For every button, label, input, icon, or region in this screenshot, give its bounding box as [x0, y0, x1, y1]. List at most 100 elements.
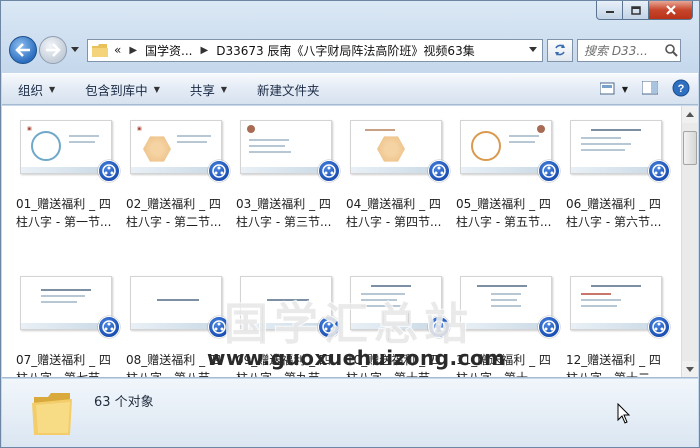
thumbnail-line: [581, 293, 611, 295]
close-button[interactable]: [649, 1, 693, 20]
file-name: 03_赠送福利 _ 四 柱八字 - 第三节...: [236, 195, 344, 231]
thumbnail-line: [591, 129, 641, 131]
preview-pane-icon: [641, 80, 659, 94]
file-name-line2: 柱八字 - 第十一...: [456, 371, 552, 378]
item-count: 63 个对象: [94, 395, 154, 410]
media-player-icon: [428, 160, 450, 182]
explorer-window: « ▶ 国学资... ▶ D33673 辰南《八字财局阵法高阶班》视频63集 搜…: [0, 0, 700, 448]
file-name: 05_赠送福利 _ 四 柱八字 - 第五节...: [456, 195, 564, 231]
media-player-icon: [98, 316, 120, 338]
refresh-button[interactable]: [547, 38, 573, 62]
media-player-icon: [538, 160, 560, 182]
command-bar-right: ▼ ?: [599, 74, 690, 104]
thumbnail-line: [69, 141, 95, 143]
recent-pages-dropdown[interactable]: [69, 40, 81, 60]
preview-pane-button[interactable]: [641, 80, 659, 98]
address-bar[interactable]: « ▶ 国学资... ▶ D33673 辰南《八字财局阵法高阶班》视频63集: [87, 38, 543, 62]
organize-label: 组织: [18, 82, 44, 98]
new-folder-button[interactable]: 新建文件夹: [257, 80, 320, 99]
file-name-line2: 柱八字 - 第六节...: [566, 215, 662, 229]
include-in-library-button[interactable]: 包含到库中 ▼: [85, 80, 160, 99]
thumbnail-line: [371, 285, 411, 287]
thumbnail-diagram: [143, 136, 171, 162]
chevron-down-icon: ▼: [49, 84, 56, 94]
back-button[interactable]: [9, 36, 37, 64]
folder-icon: [32, 393, 72, 435]
file-name: 06_赠送福利 _ 四 柱八字 - 第六节...: [566, 195, 674, 231]
file-name-line2: 柱八字 - 第十节...: [346, 371, 442, 378]
thumbnail-line: [509, 141, 535, 143]
details-pane: 63 个对象: [2, 379, 698, 447]
address-dropdown[interactable]: [524, 40, 542, 61]
folder-icon: [92, 43, 108, 57]
mouse-cursor-icon: [617, 403, 631, 424]
caption-buttons: [596, 1, 693, 21]
thumbnail-line: [41, 289, 91, 291]
chevron-down-icon: ▼: [153, 84, 160, 94]
watermark-title: 国学汇总站: [223, 298, 474, 351]
file-name-line2: 柱八字 - 第五节...: [456, 215, 552, 229]
file-name-line1: 03_赠送福利 _ 四: [236, 197, 331, 211]
organize-button[interactable]: 组织 ▼: [18, 80, 55, 99]
thumbnail-line: [249, 145, 285, 147]
thumbnail-line: [477, 285, 527, 287]
file-name-line1: 01_赠送福利 _ 四: [16, 197, 111, 211]
thumbnail-line: [365, 129, 395, 131]
thumbnail-line: [581, 305, 617, 307]
scroll-down-button[interactable]: [682, 361, 698, 377]
thumbnail-line: [69, 135, 99, 137]
file-name-line2: 柱八字 - 第三节...: [236, 215, 332, 229]
breadcrumb-current[interactable]: D33673 辰南《八字财局阵法高阶班》视频63集: [216, 42, 475, 59]
maximize-icon: [630, 5, 641, 15]
search-box[interactable]: 搜索 D33...: [577, 38, 681, 62]
file-list-view[interactable]: ▣ 01_赠送福利 _ 四 柱八字 - 第一节... ▣ 02_赠送福利 _ 四…: [2, 106, 698, 378]
thumbnail-line: [177, 135, 211, 137]
media-player-icon: [538, 316, 560, 338]
breadcrumb-parent[interactable]: 国学资...: [145, 42, 192, 59]
media-player-icon: [208, 160, 230, 182]
file-name-line2: 柱八字 - 第二节...: [126, 215, 222, 229]
breadcrumb-separator-icon[interactable]: ▶: [201, 45, 209, 56]
thumbnail-line: [491, 305, 521, 307]
file-name: 04_赠送福利 _ 四 柱八字 - 第四节...: [346, 195, 454, 231]
thumbnail-line: [41, 295, 85, 297]
thumbnail-line: [41, 301, 77, 303]
minimize-button[interactable]: [596, 1, 623, 20]
forward-button[interactable]: [39, 36, 67, 64]
thumbnail-line: [249, 151, 291, 153]
navigation-row: « ▶ 国学资... ▶ D33673 辰南《八字财局阵法高阶班》视频63集 搜…: [9, 35, 691, 65]
scroll-up-button[interactable]: [682, 106, 698, 123]
thumbnail-line: [581, 143, 631, 145]
arrow-left-icon: [15, 43, 30, 57]
watermark-url: www.guoxuehuizong.com: [207, 346, 506, 370]
file-name-line2: 柱八字 - 第九节...: [236, 371, 332, 378]
file-name-line1: 04_赠送福利 _ 四: [346, 197, 441, 211]
thumbnail-seal: [247, 125, 255, 133]
file-name-line1: 12_赠送福利 _ 四: [566, 353, 661, 367]
thumbnail-line: [491, 299, 517, 301]
help-button[interactable]: ?: [672, 79, 690, 100]
change-view-button[interactable]: ▼: [599, 82, 628, 96]
breadcrumb-separator-icon[interactable]: ▶: [129, 45, 137, 56]
file-name-line1: 06_赠送福利 _ 四: [566, 197, 661, 211]
thumbnail-line: [509, 135, 539, 137]
scrollbar-thumb[interactable]: [683, 131, 697, 165]
share-button[interactable]: 共享 ▼: [190, 80, 227, 99]
vertical-scrollbar[interactable]: [681, 106, 698, 377]
view-options-icon: [599, 82, 615, 95]
breadcrumb-overflow[interactable]: «: [114, 43, 121, 57]
thumbnail-diagram: [471, 131, 501, 161]
search-input[interactable]: 搜索 D33...: [584, 42, 662, 59]
search-icon[interactable]: [662, 43, 680, 57]
file-name: 01_赠送福利 _ 四 柱八字 - 第一节...: [16, 195, 124, 231]
command-bar: 组织 ▼ 包含到库中 ▼ 共享 ▼ 新建文件夹 ▼ ?: [2, 73, 698, 105]
chevron-down-icon: [686, 366, 694, 372]
file-name-line2: 柱八字 - 第八节...: [126, 371, 222, 378]
thumbnail-diagram: [31, 131, 61, 161]
include-in-library-label: 包含到库中: [85, 82, 148, 98]
thumbnail-line: [581, 149, 625, 151]
maximize-button[interactable]: [623, 1, 649, 20]
chevron-down-icon: [529, 47, 537, 52]
chevron-up-icon: [686, 111, 694, 117]
media-player-icon: [648, 160, 670, 182]
